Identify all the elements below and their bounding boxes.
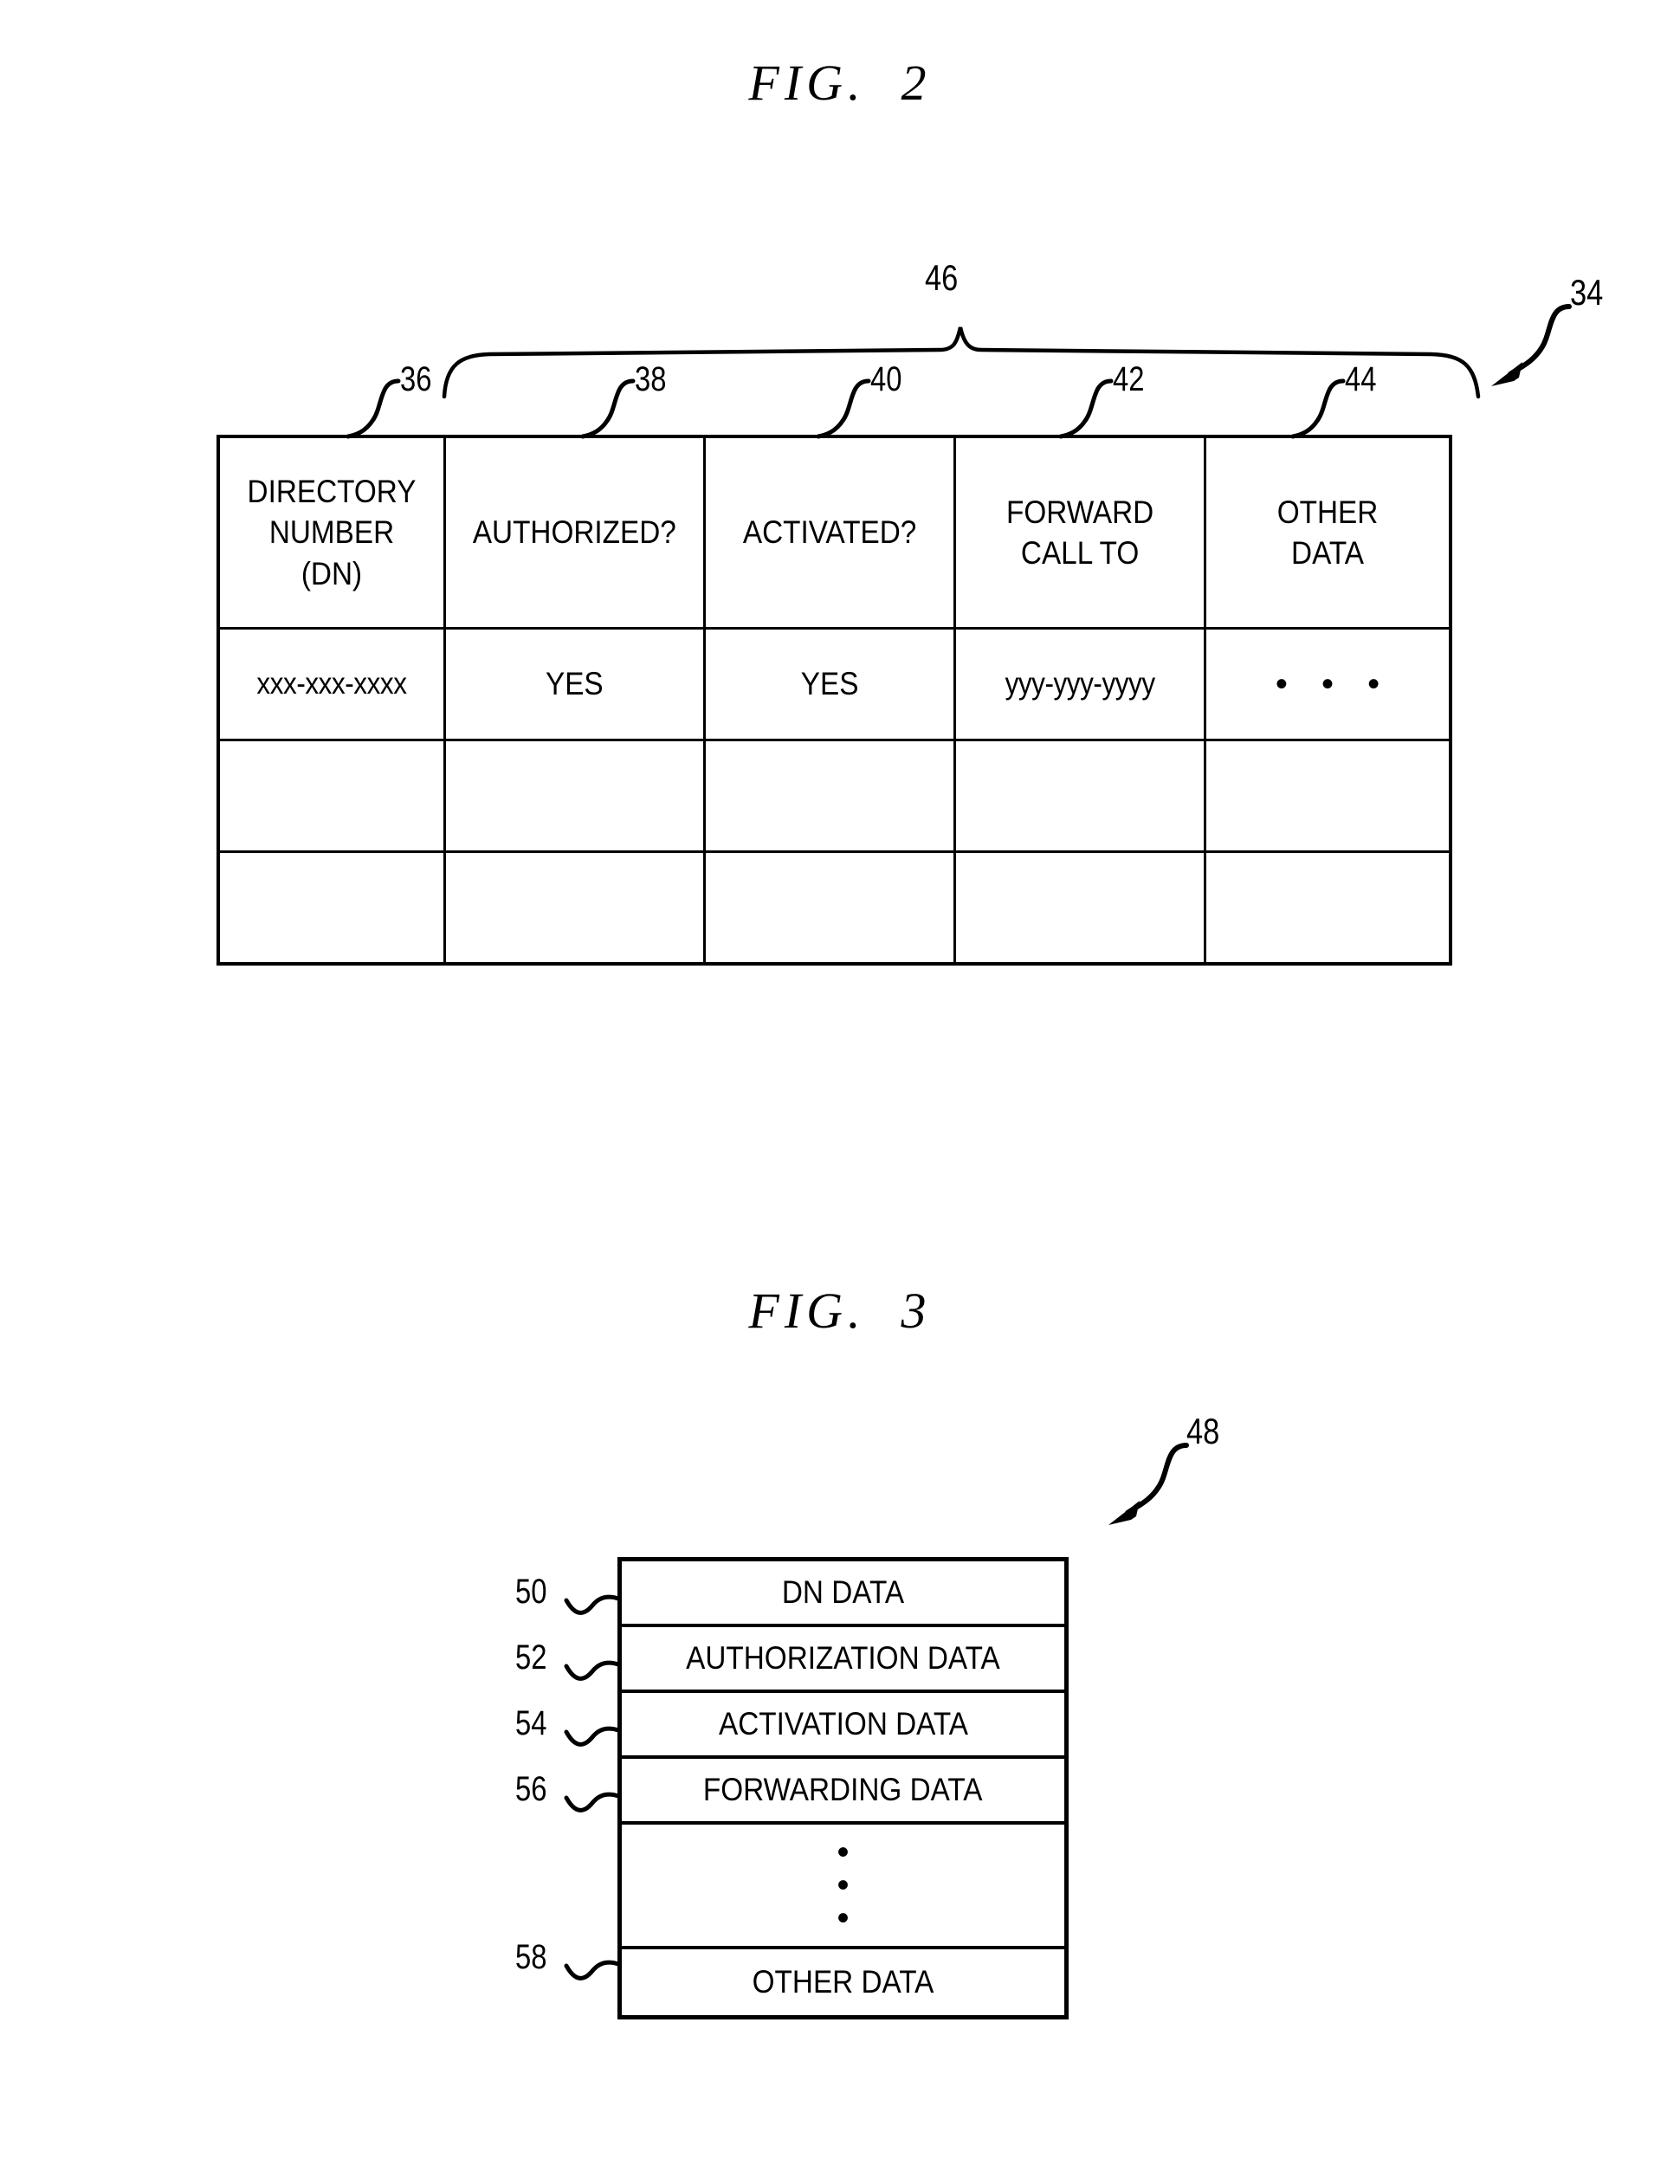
- row-ref-52: 52: [515, 1638, 547, 1677]
- cell-directory-number: xxx-xxx-xxxx: [216, 627, 446, 741]
- cell-activated-value: YES: [800, 666, 859, 701]
- column-header-directory-number-label: DIRECTORY NUMBER (DN): [247, 473, 417, 591]
- cell-directory-number: [216, 739, 446, 853]
- cell-forward-call-to: yyy-yyy-yyyy: [953, 627, 1207, 741]
- block-row-authorization-data: AUTHORIZATION DATA: [622, 1627, 1064, 1693]
- column-ref-36: 36: [400, 360, 432, 398]
- figure-ref-34: 34: [1570, 272, 1604, 313]
- brace-ref-46: 46: [925, 257, 959, 298]
- row-ref-54-leader: [564, 1726, 621, 1747]
- row-ref-56-leader: [564, 1792, 621, 1812]
- column-header-other-data: OTHER DATA: [1204, 435, 1452, 630]
- column-header-authorized: AUTHORIZED?: [443, 435, 706, 630]
- column-ref-44: 44: [1345, 360, 1377, 398]
- subscriber-feature-table: DIRECTORY NUMBER (DN) AUTHORIZED? ACTIVA…: [216, 435, 1452, 966]
- column-header-activated-label: ACTIVATED?: [742, 514, 916, 551]
- cell-forward-call-to: [953, 850, 1207, 966]
- row-ref-58-leader: [564, 1960, 621, 1980]
- cell-authorized: YES: [443, 627, 706, 741]
- column-ref-38: 38: [635, 360, 667, 398]
- block-row-ellipsis-label: • • •: [837, 1833, 850, 1937]
- row-ref-54: 54: [515, 1704, 547, 1742]
- block-row-other-data: OTHER DATA: [622, 1949, 1064, 2015]
- table-row: [216, 850, 1452, 966]
- cell-directory-number-value: xxx-xxx-xxxx: [256, 667, 407, 701]
- table-row: [216, 739, 1452, 853]
- row-ref-52-leader: [564, 1660, 621, 1681]
- block-row-authorization-data-label: AUTHORIZATION DATA: [686, 1640, 1000, 1676]
- row-ref-56: 56: [515, 1770, 547, 1808]
- cell-forward-call-to-value: yyy-yyy-yyyy: [1005, 667, 1155, 701]
- column-header-forward-call-to: FORWARD CALL TO: [953, 435, 1207, 630]
- block-row-forwarding-data-label: FORWARDING DATA: [703, 1772, 983, 1807]
- row-ref-50: 50: [515, 1573, 547, 1611]
- cell-other-data: [1204, 850, 1452, 966]
- fig2-title: FIG. 2: [748, 55, 932, 111]
- block-row-activation-data: ACTIVATION DATA: [622, 1693, 1064, 1759]
- fig3-title: FIG. 3: [748, 1283, 932, 1339]
- figure-ref-48: 48: [1186, 1411, 1220, 1451]
- block-row-other-data-label: OTHER DATA: [752, 1964, 934, 2000]
- row-ref-58: 58: [515, 1938, 547, 1976]
- table-row: xxx-xxx-xxxx YES YES yyy-yyy-yyyy • • •: [216, 627, 1452, 741]
- cell-other-data: • • •: [1204, 627, 1452, 741]
- column-header-activated: ACTIVATED?: [702, 435, 956, 630]
- column-header-other-data-label: OTHER DATA: [1276, 494, 1379, 571]
- cell-activated: YES: [702, 627, 956, 741]
- cell-other-data-ellipsis: • • •: [1275, 664, 1392, 703]
- cell-authorized: [443, 739, 706, 853]
- column-group-brace: [442, 326, 1481, 399]
- table-header-row: DIRECTORY NUMBER (DN) AUTHORIZED? ACTIVA…: [216, 435, 1452, 630]
- column-header-directory-number: DIRECTORY NUMBER (DN): [216, 435, 446, 630]
- column-ref-40: 40: [870, 360, 902, 398]
- block-row-activation-data-label: ACTIVATION DATA: [718, 1706, 968, 1741]
- block-row-ellipsis: • • •: [622, 1825, 1064, 1949]
- row-ref-50-leader: [564, 1594, 621, 1615]
- cell-activated: [702, 850, 956, 966]
- block-row-forwarding-data: FORWARDING DATA: [622, 1759, 1064, 1825]
- record-structure-block: DN DATA AUTHORIZATION DATA ACTIVATION DA…: [617, 1557, 1069, 2019]
- cell-other-data: [1204, 739, 1452, 853]
- column-ref-42: 42: [1113, 360, 1145, 398]
- column-header-forward-call-to-label: FORWARD CALL TO: [1005, 494, 1153, 571]
- block-row-dn-data: DN DATA: [622, 1561, 1064, 1627]
- cell-activated: [702, 739, 956, 853]
- cell-authorized-value: YES: [545, 666, 604, 701]
- cell-forward-call-to: [953, 739, 1207, 853]
- block-row-dn-data-label: DN DATA: [781, 1574, 905, 1610]
- cell-directory-number: [216, 850, 446, 966]
- cell-authorized: [443, 850, 706, 966]
- column-header-authorized-label: AUTHORIZED?: [472, 514, 676, 551]
